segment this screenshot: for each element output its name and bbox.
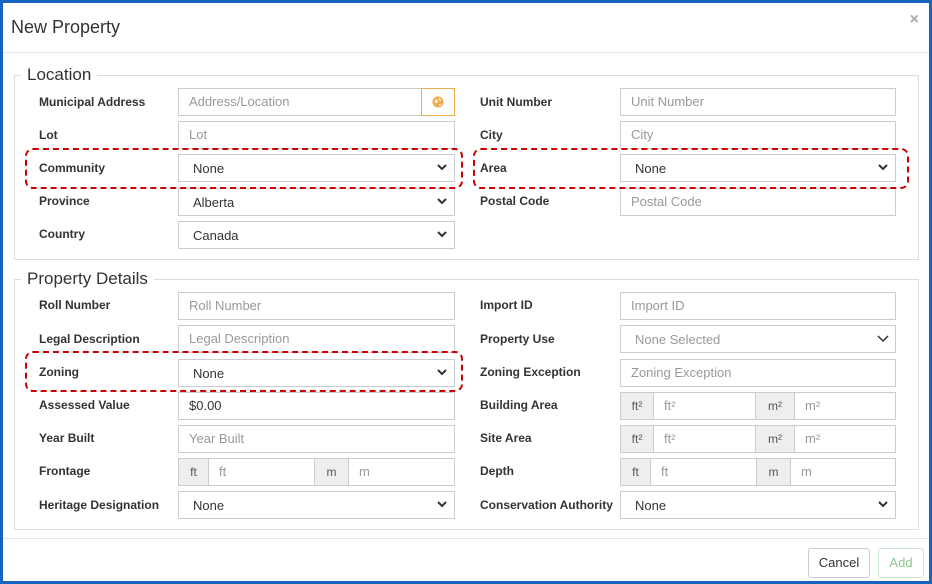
- site-area-m2-input[interactable]: m²: [794, 425, 896, 453]
- legal-description-input[interactable]: Legal Description: [178, 325, 455, 353]
- chevron-down-icon: [437, 231, 447, 238]
- area-value: None: [635, 161, 667, 176]
- chevron-down-icon: [437, 501, 447, 508]
- dialog-header: New Property ×: [3, 3, 929, 53]
- building-area-ft2-input[interactable]: ft²: [653, 392, 756, 420]
- community-select[interactable]: None: [178, 154, 455, 182]
- zoning-select[interactable]: None: [178, 359, 455, 387]
- assessed-value-input[interactable]: $0.00: [178, 392, 455, 420]
- heritage-designation-select[interactable]: None: [178, 491, 455, 519]
- lot-input[interactable]: Lot: [178, 121, 455, 149]
- postal-code-label: Postal Code: [480, 194, 550, 208]
- province-select[interactable]: Alberta: [178, 188, 455, 216]
- year-built-input[interactable]: Year Built: [178, 425, 455, 453]
- community-value: None: [193, 161, 225, 176]
- frontage-label: Frontage: [39, 464, 91, 478]
- frontage-m-addon: m: [314, 458, 349, 486]
- property-use-label: Property Use: [480, 332, 555, 346]
- community-label: Community: [39, 161, 105, 175]
- property-use-value: None Selected: [635, 332, 721, 347]
- zoning-exception-label: Zoning Exception: [480, 365, 581, 379]
- site-area-ft2-addon: ft²: [620, 425, 654, 453]
- chevron-down-icon: [877, 335, 889, 343]
- frontage-ft-input[interactable]: ft: [208, 458, 315, 486]
- new-property-dialog: New Property × Location Municipal Addres…: [0, 0, 932, 584]
- municipal-address-input[interactable]: Address/Location: [178, 88, 422, 116]
- province-value: Alberta: [193, 195, 235, 210]
- conservation-authority-select[interactable]: None: [620, 491, 896, 519]
- location-legend: Location: [27, 65, 92, 84]
- frontage-m-input[interactable]: m: [348, 458, 455, 486]
- zoning-exception-input[interactable]: Zoning Exception: [620, 359, 896, 387]
- frontage-ft-addon: ft: [178, 458, 209, 486]
- conservation-authority-value: None: [635, 498, 667, 513]
- lot-label: Lot: [39, 128, 58, 142]
- property-use-select[interactable]: None Selected: [620, 325, 896, 353]
- chevron-down-icon: [437, 164, 447, 171]
- globe-icon: [432, 96, 444, 108]
- building-area-label: Building Area: [480, 398, 558, 412]
- chevron-down-icon: [878, 164, 888, 171]
- roll-number-input[interactable]: Roll Number: [178, 292, 455, 320]
- country-label: Country: [39, 227, 85, 241]
- cancel-button[interactable]: Cancel: [808, 548, 870, 578]
- province-label: Province: [39, 194, 90, 208]
- legal-description-label: Legal Description: [39, 332, 140, 346]
- import-id-label: Import ID: [480, 298, 533, 312]
- chevron-down-icon: [437, 198, 447, 205]
- zoning-value: None: [193, 366, 225, 381]
- assessed-value-label: Assessed Value: [39, 398, 130, 412]
- site-area-ft2-input[interactable]: ft²: [653, 425, 756, 453]
- close-icon[interactable]: ×: [910, 11, 919, 29]
- dialog-footer: [3, 538, 929, 581]
- building-area-ft2-addon: ft²: [620, 392, 654, 420]
- postal-code-input[interactable]: Postal Code: [620, 188, 896, 216]
- depth-m-input[interactable]: m: [790, 458, 896, 486]
- building-area-m2-input[interactable]: m²: [794, 392, 896, 420]
- chevron-down-icon: [437, 369, 447, 376]
- dialog-title: New Property: [11, 17, 121, 37]
- roll-number-label: Roll Number: [39, 298, 111, 312]
- unit-number-input[interactable]: Unit Number: [620, 88, 896, 116]
- country-value: Canada: [193, 228, 239, 243]
- geolocate-button[interactable]: [421, 88, 455, 116]
- area-label: Area: [480, 161, 507, 175]
- zoning-label: Zoning: [39, 365, 79, 379]
- country-select[interactable]: Canada: [178, 221, 455, 249]
- chevron-down-icon: [878, 501, 888, 508]
- depth-ft-addon: ft: [620, 458, 651, 486]
- site-area-label: Site Area: [480, 431, 532, 445]
- heritage-designation-label: Heritage Designation: [39, 498, 160, 512]
- depth-label: Depth: [480, 464, 514, 478]
- heritage-designation-value: None: [193, 498, 225, 513]
- property-details-legend: Property Details: [27, 269, 148, 288]
- city-input[interactable]: City: [620, 121, 896, 149]
- conservation-authority-label: Conservation Authority: [480, 498, 613, 512]
- unit-number-label: Unit Number: [480, 95, 552, 109]
- add-button[interactable]: Add: [878, 548, 924, 578]
- depth-ft-input[interactable]: ft: [650, 458, 757, 486]
- year-built-label: Year Built: [39, 431, 95, 445]
- city-label: City: [480, 128, 503, 142]
- building-area-m2-addon: m²: [755, 392, 795, 420]
- area-select[interactable]: None: [620, 154, 896, 182]
- site-area-m2-addon: m²: [755, 425, 795, 453]
- import-id-input[interactable]: Import ID: [620, 292, 896, 320]
- depth-m-addon: m: [756, 458, 791, 486]
- municipal-address-label: Municipal Address: [39, 95, 146, 109]
